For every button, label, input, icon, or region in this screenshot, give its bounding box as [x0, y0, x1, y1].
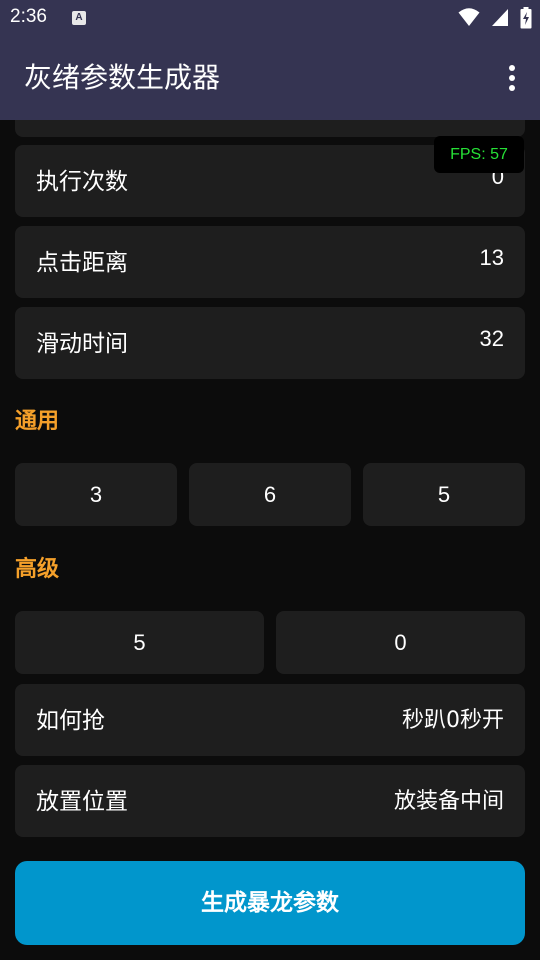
setting-row-click-distance[interactable]: 点击距离 13 — [15, 226, 525, 298]
setting-row-placement[interactable]: 放置位置 放装备中间 — [15, 765, 525, 837]
setting-value: 32 — [479, 326, 504, 351]
settings-list[interactable]: 执行次数 0 点击距离 13 滑动时间 32 通用 3 6 5 高级 5 0 如… — [0, 120, 540, 960]
section-title-advanced: 高级 — [15, 557, 60, 582]
setting-row-partial[interactable] — [15, 120, 525, 137]
advanced-tile[interactable]: 0 — [276, 611, 525, 674]
general-tile[interactable]: 5 — [363, 463, 525, 526]
setting-value: 13 — [479, 245, 504, 270]
app-title: 灰绪参数生成器 — [24, 61, 221, 94]
signal-icon — [491, 9, 508, 26]
section-title-general: 通用 — [15, 409, 60, 434]
fps-overlay: FPS: 57 — [434, 136, 524, 173]
general-tile[interactable]: 6 — [189, 463, 351, 526]
general-tile[interactable]: 3 — [15, 463, 177, 526]
setting-label: 执行次数 — [36, 169, 128, 195]
status-bar: 2:36 A — [0, 0, 540, 36]
setting-label: 滑动时间 — [36, 331, 128, 357]
app-bar: 灰绪参数生成器 — [0, 36, 540, 120]
status-time: 2:36 — [10, 6, 47, 27]
battery-charging-icon — [520, 7, 532, 29]
setting-label: 点击距离 — [36, 250, 128, 276]
status-icons — [452, 7, 532, 29]
setting-row-grab-mode[interactable]: 如何抢 秒趴0秒开 — [15, 684, 525, 756]
setting-label: 放置位置 — [36, 789, 128, 815]
setting-row-swipe-time[interactable]: 滑动时间 32 — [15, 307, 525, 379]
notification-icon: A — [72, 11, 86, 25]
setting-value: 秒趴0秒开 — [402, 708, 504, 733]
more-vert-icon[interactable] — [500, 62, 524, 94]
wifi-icon — [458, 8, 480, 26]
setting-value: 放装备中间 — [393, 789, 504, 814]
advanced-tile[interactable]: 5 — [15, 611, 264, 674]
generate-button[interactable]: 生成暴龙参数 — [15, 861, 525, 945]
setting-label: 如何抢 — [36, 708, 105, 734]
